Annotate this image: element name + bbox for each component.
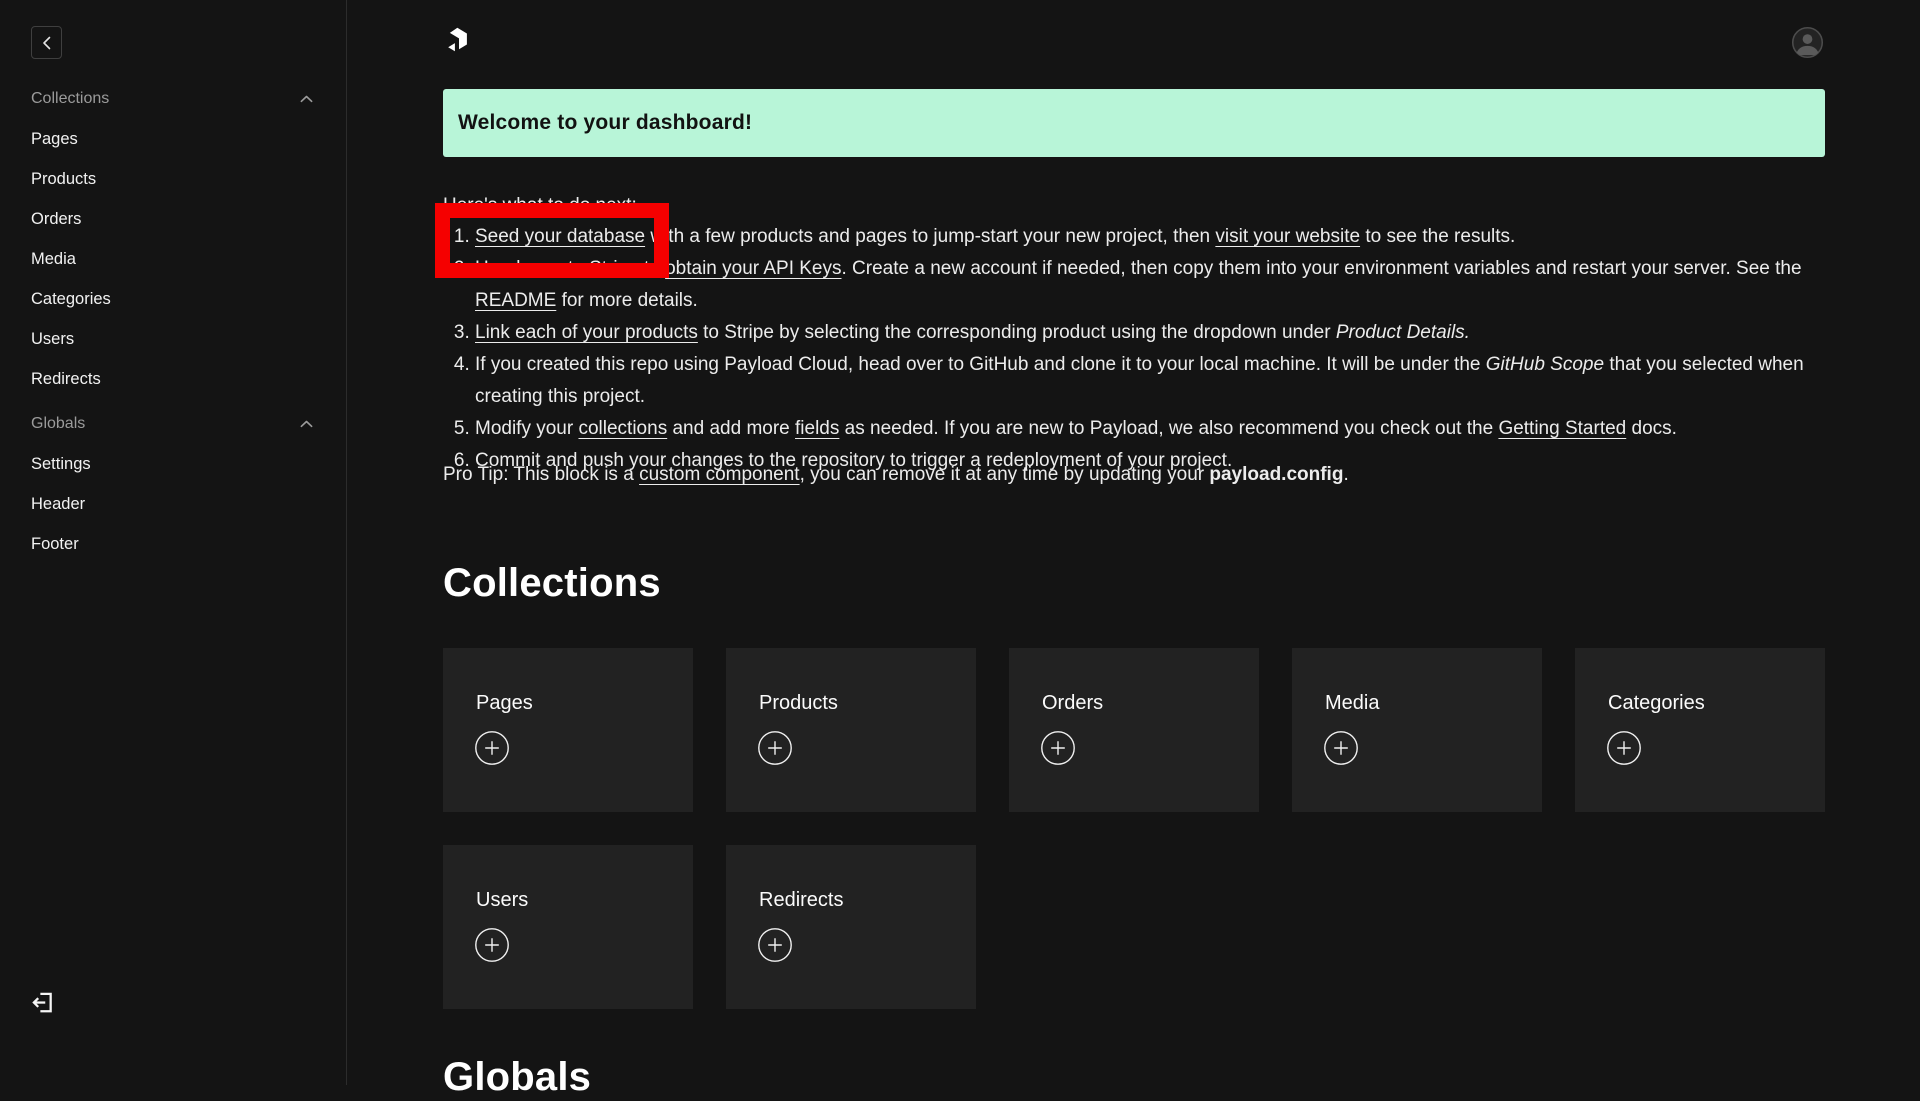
todo-item-2: Head over to Stripe to obtain your API K… <box>475 253 1835 317</box>
plus-icon <box>758 928 792 962</box>
text: Pro Tip: This block is a <box>443 464 639 485</box>
inline-link[interactable]: collections <box>578 418 667 439</box>
chevron-up-icon <box>300 420 313 428</box>
collection-card-media[interactable]: Media <box>1292 648 1542 812</box>
account-button[interactable] <box>1791 26 1824 59</box>
sidebar-group-header-collections[interactable]: Collections <box>31 79 313 119</box>
sidebar-item-header[interactable]: Header <box>31 484 313 524</box>
plus-icon <box>1041 731 1075 765</box>
collection-card-pages[interactable]: Pages <box>443 648 693 812</box>
sidebar-item-media[interactable]: Media <box>31 239 313 279</box>
card-title: Pages <box>476 692 693 714</box>
text: to Stripe by selecting the corresponding… <box>698 322 1336 343</box>
chevron-up-icon <box>300 95 313 103</box>
todo-item-5: Modify your collections and add more fie… <box>475 413 1835 445</box>
plus-icon <box>475 928 509 962</box>
inline-link[interactable]: Seed your database <box>475 226 645 247</box>
sidebar-item-pages[interactable]: Pages <box>31 119 313 159</box>
collections-card-grid: Pages Products Orders Media Categories Users R… <box>443 648 1826 1009</box>
card-add-button-products[interactable] <box>758 731 792 765</box>
payload-logo <box>446 26 468 53</box>
plus-icon <box>758 731 792 765</box>
sidebar-group-label: Collections <box>31 90 109 108</box>
text: Head over to Stripe to <box>475 258 665 279</box>
welcome-banner-message: Welcome to your dashboard! <box>458 111 752 135</box>
collection-card-redirects[interactable]: Redirects <box>726 845 976 1009</box>
collections-section-title: Collections <box>443 559 661 607</box>
pro-tip: Pro Tip: This block is a custom componen… <box>443 459 1349 491</box>
card-title: Users <box>476 889 693 911</box>
plus-icon <box>475 731 509 765</box>
text: with a few products and pages to jump-st… <box>645 226 1215 247</box>
sidebar-item-products[interactable]: Products <box>31 159 313 199</box>
card-add-button-categories[interactable] <box>1607 731 1641 765</box>
italic-text: Product Details. <box>1336 322 1470 343</box>
card-add-button-pages[interactable] <box>475 731 509 765</box>
collection-card-users[interactable]: Users <box>443 845 693 1009</box>
plus-icon <box>1607 731 1641 765</box>
collection-card-products[interactable]: Products <box>726 648 976 812</box>
text: , you can remove it at any time by updat… <box>800 464 1210 485</box>
text: . Create a new account if needed, then c… <box>842 258 1802 279</box>
todo-intro: Here's what to do next: <box>443 190 637 222</box>
card-title: Redirects <box>759 889 976 911</box>
card-add-button-redirects[interactable] <box>758 928 792 962</box>
text: for more details. <box>556 290 698 311</box>
text: and add more <box>667 418 795 439</box>
sidebar-group-label: Globals <box>31 415 85 433</box>
globals-section-title: Globals <box>443 1053 591 1101</box>
card-title: Categories <box>1608 692 1825 714</box>
sidebar-item-settings[interactable]: Settings <box>31 444 313 484</box>
card-title: Products <box>759 692 976 714</box>
italic-text: GitHub Scope <box>1486 354 1604 375</box>
collection-card-categories[interactable]: Categories <box>1575 648 1825 812</box>
plus-icon <box>1324 731 1358 765</box>
logout-button[interactable] <box>26 986 58 1018</box>
inline-link[interactable]: fields <box>795 418 839 439</box>
avatar-icon <box>1791 26 1824 59</box>
inline-link[interactable]: custom component <box>639 464 800 485</box>
welcome-banner: Welcome to your dashboard! <box>443 89 1825 157</box>
todo-item-1: Seed your database with a few products a… <box>475 221 1835 253</box>
sidebar-item-footer[interactable]: Footer <box>31 524 313 564</box>
card-add-button-users[interactable] <box>475 928 509 962</box>
text: . <box>1343 464 1348 485</box>
sidebar-item-users[interactable]: Users <box>31 319 313 359</box>
todo-list: Seed your database with a few products a… <box>443 221 1835 477</box>
card-title: Orders <box>1042 692 1259 714</box>
sidebar-item-redirects[interactable]: Redirects <box>31 359 313 399</box>
sidebar-group-header-globals[interactable]: Globals <box>31 404 313 444</box>
sidebar: Collections PagesProductsOrdersMediaCateg… <box>0 0 347 1085</box>
sidebar-collapse-button[interactable] <box>31 26 62 59</box>
chevron-left-icon <box>42 36 51 50</box>
text: to see the results. <box>1360 226 1515 247</box>
bold-text: payload.config <box>1209 464 1343 485</box>
card-add-button-orders[interactable] <box>1041 731 1075 765</box>
sidebar-nav: Collections PagesProductsOrdersMediaCateg… <box>31 79 313 564</box>
inline-link[interactable]: README <box>475 290 556 311</box>
text: as needed. If you are new to Payload, we… <box>839 418 1498 439</box>
inline-link[interactable]: Link each of your products <box>475 322 698 343</box>
text: If you created this repo using Payload C… <box>475 354 1486 375</box>
inline-link[interactable]: obtain your API Keys <box>665 258 841 279</box>
sidebar-group-globals: Globals SettingsHeaderFooter <box>31 404 313 564</box>
sidebar-item-categories[interactable]: Categories <box>31 279 313 319</box>
sidebar-item-orders[interactable]: Orders <box>31 199 313 239</box>
todo-item-3: Link each of your products to Stripe by … <box>475 317 1835 349</box>
sidebar-group-collections: Collections PagesProductsOrdersMediaCateg… <box>31 79 313 399</box>
text: Modify your <box>475 418 578 439</box>
collection-card-orders[interactable]: Orders <box>1009 648 1259 812</box>
inline-link[interactable]: Getting Started <box>1498 418 1626 439</box>
inline-link[interactable]: visit your website <box>1215 226 1360 247</box>
card-title: Media <box>1325 692 1542 714</box>
text: docs. <box>1626 418 1677 439</box>
card-add-button-media[interactable] <box>1324 731 1358 765</box>
logout-icon <box>29 989 55 1015</box>
todo-item-4: If you created this repo using Payload C… <box>475 349 1835 413</box>
